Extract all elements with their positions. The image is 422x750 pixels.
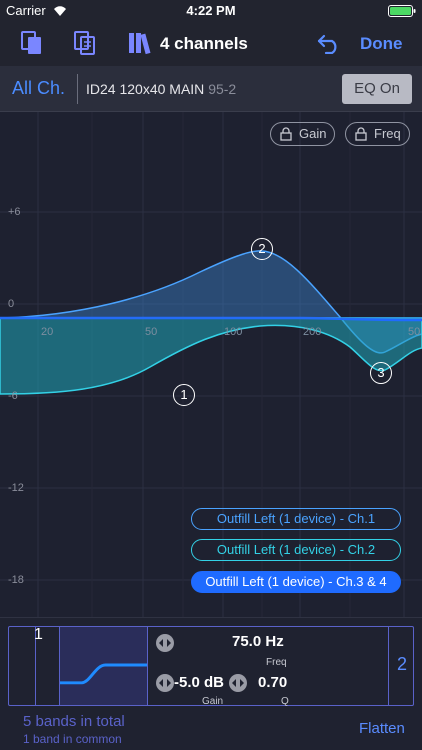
band-scroll-left[interactable] — [8, 626, 36, 706]
lock-freq-label: Freq — [374, 126, 401, 141]
device-suffix: 95-2 — [208, 81, 237, 97]
channel-bar: All Ch. ID24 120x40 MAIN 95-2 EQ On — [0, 66, 422, 112]
undo-icon[interactable] — [316, 32, 342, 54]
bands-common-label: 1 band in common — [23, 732, 122, 746]
q-value[interactable]: 0.70 — [258, 674, 287, 691]
paste-icon[interactable] — [72, 30, 98, 56]
next-band-number: 2 — [396, 654, 407, 674]
bands-total-label: 5 bands in total — [23, 713, 125, 730]
band-shape-thumbnail — [60, 627, 148, 705]
freq-value[interactable]: 75.0 Hz — [232, 633, 284, 650]
y-axis-label: -12 — [8, 482, 24, 494]
curve-ch2 — [0, 317, 422, 395]
q-adjust-icon[interactable] — [229, 674, 247, 692]
lock-freq-toggle[interactable]: Freq — [345, 122, 410, 146]
eq-toggle-button[interactable]: EQ On — [342, 74, 412, 104]
gain-label: Gain — [202, 696, 224, 707]
freq-adjust-icon[interactable] — [156, 634, 174, 652]
next-band-button[interactable]: 2 — [388, 626, 414, 706]
page-title: 4 channels — [160, 34, 248, 53]
library-icon[interactable] — [127, 30, 153, 56]
x-axis-label: 50 — [145, 326, 158, 338]
gain-value[interactable]: -5.0 dB — [174, 674, 224, 691]
prev-band-number: 1 — [34, 626, 43, 643]
channel-chip-ch2[interactable]: Outfill Left (1 device) - Ch.2 — [191, 539, 401, 561]
divider — [77, 74, 78, 104]
all-channels-button[interactable]: All Ch. — [12, 78, 65, 99]
toolbar: 4 channels Done — [0, 22, 422, 66]
band-node-3[interactable]: 3 — [370, 362, 392, 384]
prev-band-button[interactable]: 1 — [34, 626, 60, 706]
device-name: ID24 120x40 MAIN — [86, 81, 205, 97]
y-axis-label: -6 — [8, 390, 18, 402]
channel-chip-ch3-4[interactable]: Outfill Left (1 device) - Ch.3 & 4 — [191, 571, 401, 593]
gain-adjust-icon[interactable] — [156, 674, 174, 692]
y-axis-label: -18 — [8, 574, 24, 586]
lock-gain-label: Gain — [299, 126, 327, 141]
band-panel: 1 75.0 Hz Freq -5.0 dB Gain 0.70 Q 2 5 b… — [0, 617, 422, 750]
status-bar: Carrier 4:22 PM — [0, 0, 422, 22]
lock-icon — [355, 127, 367, 141]
x-axis-label: 20 — [41, 326, 54, 338]
x-axis-label: 100 — [224, 326, 243, 338]
copy-icon[interactable] — [19, 30, 45, 56]
done-button[interactable]: Done — [360, 34, 403, 54]
clock: 4:22 PM — [186, 3, 236, 18]
channel-chip-ch1[interactable]: Outfill Left (1 device) - Ch.1 — [191, 508, 401, 530]
battery-icon — [388, 5, 416, 17]
eq-graph[interactable]: Gain Freq +6 0 -6 -12 -18 20 50 100 200 … — [0, 112, 422, 617]
device-selector[interactable]: ID24 120x40 MAIN 95-2 — [86, 81, 254, 97]
q-label: Q — [281, 696, 289, 707]
y-axis-label: +6 — [8, 206, 21, 218]
y-axis-label: 0 — [8, 298, 15, 310]
band-node-1[interactable]: 1 — [173, 384, 195, 406]
x-axis-label: 50 — [408, 326, 421, 338]
band-node-2[interactable]: 2 — [251, 238, 273, 260]
lock-gain-toggle[interactable]: Gain — [270, 122, 336, 146]
freq-label: Freq — [266, 657, 287, 668]
x-axis-label: 200 — [303, 326, 322, 338]
lock-icon — [280, 127, 292, 141]
flatten-button[interactable]: Flatten — [359, 720, 405, 737]
